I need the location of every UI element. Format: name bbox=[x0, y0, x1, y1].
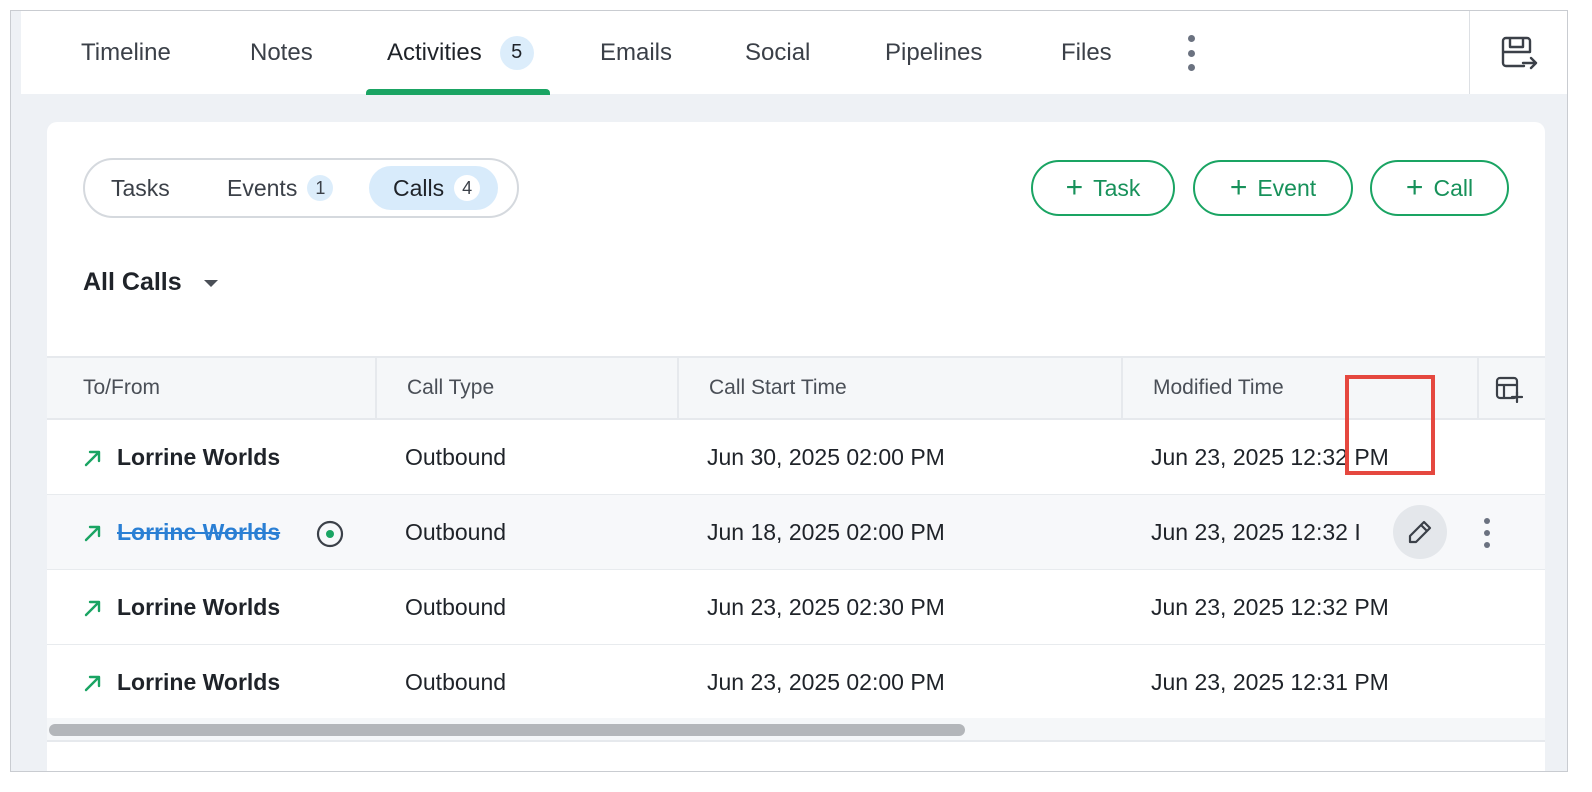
modified-time-cell: Jun 23, 2025 12:32 PM bbox=[1151, 443, 1389, 470]
outgoing-arrow-icon bbox=[84, 600, 101, 617]
horizontal-scrollbar[interactable] bbox=[47, 718, 1545, 740]
plus-icon: + bbox=[1229, 171, 1248, 204]
modified-time-cell: Jun 23, 2025 12:32 PM bbox=[1151, 593, 1389, 620]
contact-name-link[interactable]: Lorrine Worlds bbox=[117, 495, 280, 569]
tab-label: Pipelines bbox=[885, 38, 983, 66]
add-task-button[interactable]: + Task bbox=[1031, 160, 1175, 216]
outgoing-arrow-icon bbox=[84, 675, 101, 692]
call-type-cell: Outbound bbox=[405, 593, 507, 620]
eye-icon[interactable] bbox=[315, 519, 345, 549]
tab-social[interactable]: Social bbox=[745, 11, 810, 94]
row-actions bbox=[1369, 495, 1545, 569]
add-event-button[interactable]: + Event bbox=[1193, 160, 1353, 216]
chevron-down-icon bbox=[203, 280, 218, 287]
app-frame: Timeline Notes Activities 5 Emails Socia… bbox=[10, 10, 1568, 772]
tab-label: Files bbox=[1061, 38, 1112, 66]
outgoing-arrow-icon bbox=[84, 450, 101, 467]
add-call-button[interactable]: + Call bbox=[1370, 160, 1509, 216]
segment-label: Tasks bbox=[111, 174, 170, 201]
activity-type-segmented-control: Tasks Events 1 Calls 4 bbox=[83, 158, 519, 218]
segment-label: Events bbox=[227, 174, 298, 201]
column-header-modified-time[interactable]: Modified Time bbox=[1153, 358, 1284, 418]
table-columns-icon[interactable] bbox=[1495, 375, 1523, 403]
button-label: Call bbox=[1433, 174, 1474, 201]
card-divider bbox=[47, 740, 1545, 742]
table-header: To/From Call Type Call Start Time Modifi… bbox=[47, 356, 1545, 420]
contact-name-link[interactable]: Lorrine Worlds bbox=[117, 645, 280, 719]
call-start-time-cell: Jun 18, 2025 02:00 PM bbox=[707, 518, 945, 545]
contact-name-link[interactable]: Lorrine Worlds bbox=[117, 420, 280, 494]
tab-label: Emails bbox=[600, 38, 673, 66]
tab-label: Notes bbox=[250, 38, 313, 66]
contact-name-text[interactable]: Lorrine Worlds bbox=[117, 519, 280, 546]
export-icon[interactable] bbox=[1499, 33, 1539, 73]
column-resize-handle[interactable] bbox=[677, 358, 679, 418]
more-tabs-kebab-icon[interactable] bbox=[1179, 35, 1203, 71]
column-header-call-start-time[interactable]: Call Start Time bbox=[709, 358, 847, 418]
row-more-kebab-icon[interactable] bbox=[1483, 518, 1491, 548]
table-row[interactable]: Lorrine Worlds Outbound Jun 23, 2025 02:… bbox=[47, 570, 1545, 645]
tab-pipelines[interactable]: Pipelines bbox=[885, 11, 982, 94]
button-label: Task bbox=[1093, 174, 1141, 201]
call-type-cell: Outbound bbox=[405, 518, 507, 545]
view-label: All Calls bbox=[83, 268, 182, 296]
events-count-badge: 1 bbox=[307, 175, 334, 201]
button-label: Event bbox=[1257, 174, 1317, 201]
column-resize-handle[interactable] bbox=[375, 358, 377, 418]
tab-label: Activities bbox=[387, 38, 482, 66]
call-start-time-cell: Jun 30, 2025 02:00 PM bbox=[707, 443, 945, 470]
tab-label: Timeline bbox=[81, 38, 171, 66]
table-row[interactable]: Lorrine Worlds Outbound Jun 18, 2025 02:… bbox=[47, 495, 1545, 570]
view-selector-dropdown[interactable]: All Calls bbox=[83, 268, 218, 297]
column-header-call-type[interactable]: Call Type bbox=[407, 358, 494, 418]
tab-activities[interactable]: Activities 5 bbox=[387, 11, 534, 94]
call-type-cell: Outbound bbox=[405, 443, 507, 470]
table-row[interactable]: Lorrine Worlds Outbound Jun 30, 2025 02:… bbox=[47, 420, 1545, 495]
scrollbar-thumb[interactable] bbox=[49, 724, 965, 736]
activities-card: Tasks Events 1 Calls 4 + Task + Event + Cal… bbox=[47, 122, 1545, 771]
activities-count-badge: 5 bbox=[499, 35, 534, 70]
column-header-to-from[interactable]: To/From bbox=[83, 358, 160, 418]
column-resize-handle[interactable] bbox=[1121, 358, 1123, 418]
pencil-icon bbox=[1408, 520, 1432, 544]
top-tab-bar: Timeline Notes Activities 5 Emails Socia… bbox=[21, 11, 1567, 95]
call-start-time-cell: Jun 23, 2025 02:30 PM bbox=[707, 593, 945, 620]
calls-table: To/From Call Type Call Start Time Modifi… bbox=[47, 356, 1545, 720]
tab-notes[interactable]: Notes bbox=[250, 11, 313, 94]
segment-tasks[interactable]: Tasks bbox=[111, 166, 170, 210]
plus-icon: + bbox=[1405, 171, 1424, 204]
modified-time-cell: Jun 23, 2025 12:31 PM bbox=[1151, 668, 1389, 695]
segment-calls[interactable]: Calls 4 bbox=[369, 166, 499, 210]
contact-name-link[interactable]: Lorrine Worlds bbox=[117, 570, 280, 644]
calls-count-badge: 4 bbox=[454, 175, 481, 201]
column-resize-handle[interactable] bbox=[1477, 358, 1479, 418]
modified-time-cell: Jun 23, 2025 12:32 I bbox=[1151, 518, 1361, 545]
tab-files[interactable]: Files bbox=[1061, 11, 1112, 94]
tab-emails[interactable]: Emails bbox=[600, 11, 672, 94]
plus-icon: + bbox=[1065, 171, 1084, 204]
active-tab-indicator bbox=[366, 89, 550, 95]
call-type-cell: Outbound bbox=[405, 668, 507, 695]
tab-timeline[interactable]: Timeline bbox=[81, 11, 171, 94]
table-row[interactable]: Lorrine Worlds Outbound Jun 23, 2025 02:… bbox=[47, 645, 1545, 720]
edit-button[interactable] bbox=[1393, 505, 1447, 559]
segment-label: Calls bbox=[393, 174, 445, 201]
outgoing-arrow-icon bbox=[84, 525, 101, 542]
toolbar-divider bbox=[1469, 11, 1470, 94]
segment-events[interactable]: Events 1 bbox=[227, 166, 334, 210]
tab-label: Social bbox=[745, 38, 811, 66]
call-start-time-cell: Jun 23, 2025 02:00 PM bbox=[707, 668, 945, 695]
